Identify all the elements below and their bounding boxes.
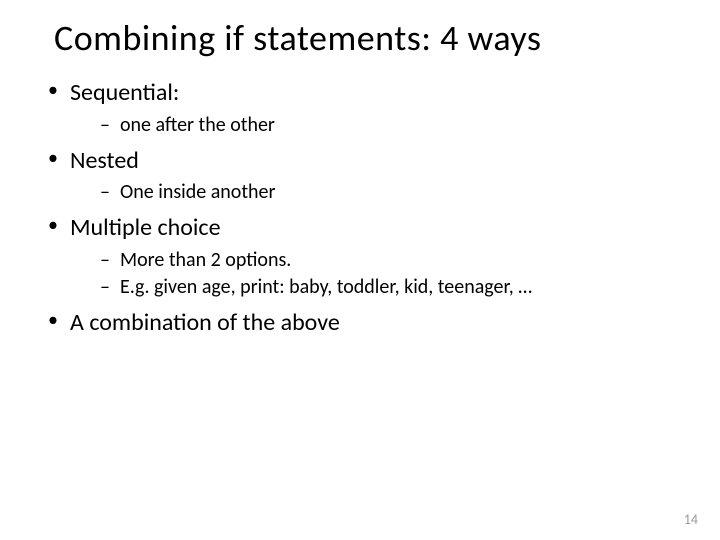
bullet-multiple-choice: Multiple choice More than 2 options. E.g…: [44, 212, 684, 300]
subbullet: More than 2 options.: [98, 247, 684, 274]
bullet-label: Sequential:: [70, 78, 179, 107]
slide: Combining if statements: 4 ways Sequenti…: [0, 0, 720, 540]
sublist: One inside another: [70, 179, 684, 206]
bullet-label: Nested: [70, 146, 139, 175]
sublist: one after the other: [70, 112, 684, 139]
subbullet: E.g. given age, print: baby, toddler, ki…: [98, 274, 684, 301]
bullet-label: A combination of the above: [70, 308, 340, 337]
bullet-sequential: Sequential: one after the other: [44, 77, 684, 138]
bullet-combination: A combination of the above: [44, 307, 684, 339]
subbullet: one after the other: [98, 112, 684, 139]
sublist: More than 2 options. E.g. given age, pri…: [70, 247, 684, 301]
page-number: 14: [684, 511, 698, 528]
bullet-list: Sequential: one after the other Nested O…: [36, 77, 684, 339]
subbullet: One inside another: [98, 179, 684, 206]
slide-title: Combining if statements: 4 ways: [54, 18, 684, 59]
bullet-label: Multiple choice: [70, 213, 221, 242]
bullet-nested: Nested One inside another: [44, 145, 684, 206]
